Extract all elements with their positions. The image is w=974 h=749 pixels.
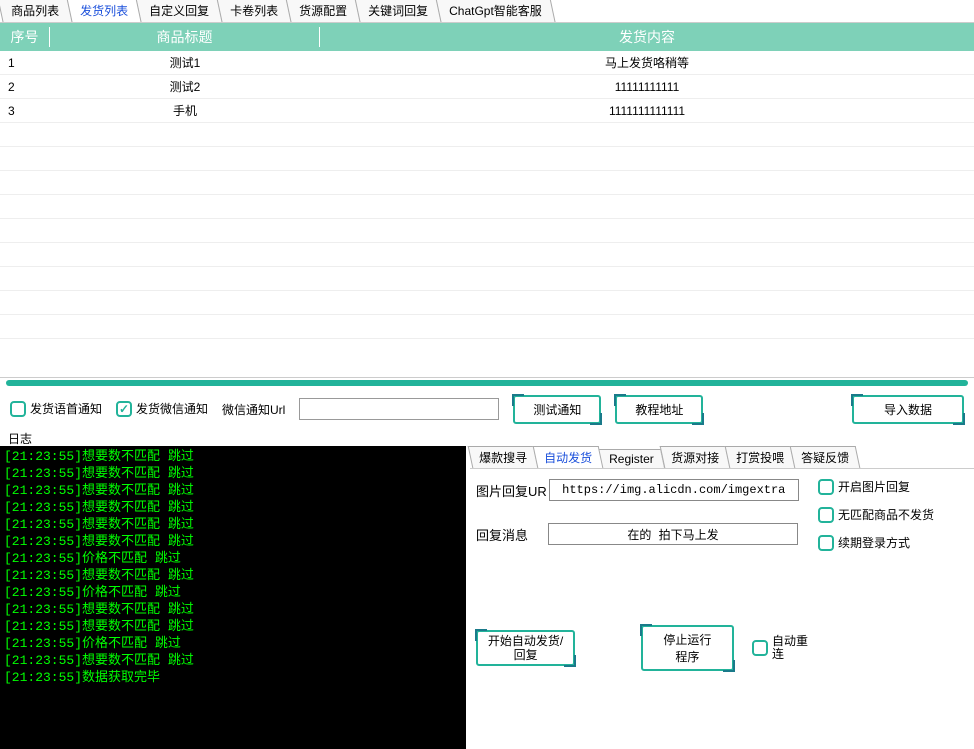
right-panel-body: 图片回复UR 回复消息 开始自动发货/回复 停止运行程序 自动重连: [470, 468, 974, 749]
import-data-button[interactable]: 导入数据: [852, 395, 964, 424]
log-label: 日志: [0, 430, 974, 446]
options-bar: 发货语首通知 ✓ 发货微信通知 微信通知Url 测试通知 教程地址 导入数据: [0, 388, 974, 430]
test-notify-button[interactable]: 测试通知: [513, 395, 601, 424]
tab-card-list[interactable]: 卡卷列表: [216, 0, 291, 22]
col-seq[interactable]: 序号: [0, 27, 50, 47]
check-auto-reconnect[interactable]: 自动重连: [752, 635, 808, 661]
checkbox-icon: [818, 479, 834, 495]
divider: [6, 380, 968, 386]
checkbox-icon: [818, 535, 834, 551]
subtab-register[interactable]: Register: [598, 449, 665, 468]
subtab-faq[interactable]: 答疑反馈: [789, 446, 860, 468]
table-row[interactable]: 3 手机 1111111111111: [0, 99, 974, 123]
table-row[interactable]: 1 测试1 马上发货咯稍等: [0, 51, 974, 75]
col-title[interactable]: 商品标题: [50, 27, 320, 47]
reply-msg-label: 回复消息: [476, 525, 528, 544]
grid-body[interactable]: 1 测试1 马上发货咯稍等 2 测试2 11111111111 3 手机 111…: [0, 51, 974, 377]
log-console[interactable]: [21:23:55]想要数不匹配 跳过 [21:23:55]想要数不匹配 跳过 …: [0, 446, 466, 749]
shipping-grid: 序号 商品标题 发货内容 1 测试1 马上发货咯稍等 2 测试2 1111111…: [0, 22, 974, 378]
check-enable-img[interactable]: 开启图片回复: [818, 479, 968, 495]
col-content[interactable]: 发货内容: [320, 27, 974, 47]
reply-msg-input[interactable]: [548, 523, 798, 545]
subtab-donate[interactable]: 打赏投喂: [724, 446, 795, 468]
check-no-match-skip[interactable]: 无匹配商品不发货: [818, 507, 968, 523]
tab-shipping-list[interactable]: 发货列表: [66, 0, 141, 22]
img-reply-input[interactable]: [549, 479, 799, 501]
start-auto-button[interactable]: 开始自动发货/回复: [476, 630, 575, 666]
tab-keyword-reply[interactable]: 关键词回复: [355, 0, 442, 22]
subtab-auto-ship[interactable]: 自动发货: [533, 446, 604, 468]
check-wx-notify[interactable]: ✓ 发货微信通知: [116, 401, 208, 417]
checkbox-icon: [10, 401, 26, 417]
subtab-source-dock[interactable]: 货源对接: [659, 446, 730, 468]
tab-custom-reply[interactable]: 自定义回复: [135, 0, 222, 22]
sub-tab-strip: 爆款搜寻 自动发货 Register 货源对接 打赏投喂 答疑反馈: [470, 446, 974, 468]
right-panel: 爆款搜寻 自动发货 Register 货源对接 打赏投喂 答疑反馈 图片回复UR…: [466, 446, 974, 749]
checkbox-icon: [752, 640, 768, 656]
checkbox-icon: [818, 507, 834, 523]
tab-chatgpt[interactable]: ChatGpt智能客服: [436, 0, 556, 22]
check-login-mode[interactable]: 续期登录方式: [818, 535, 968, 551]
tutorial-button[interactable]: 教程地址: [615, 395, 703, 424]
checkbox-icon: ✓: [116, 401, 132, 417]
top-tab-strip: 商品列表 发货列表 自定义回复 卡卷列表 货源配置 关键词回复 ChatGpt智…: [0, 0, 974, 22]
subtab-hot-search[interactable]: 爆款搜寻: [468, 446, 539, 468]
table-row[interactable]: 2 测试2 11111111111: [0, 75, 974, 99]
tab-source-config[interactable]: 货源配置: [286, 0, 361, 22]
stop-run-button[interactable]: 停止运行程序: [641, 625, 734, 671]
lower-pane: [21:23:55]想要数不匹配 跳过 [21:23:55]想要数不匹配 跳过 …: [0, 446, 974, 749]
img-reply-label: 图片回复UR: [476, 481, 547, 500]
grid-header: 序号 商品标题 发货内容: [0, 23, 974, 51]
wx-url-label: 微信通知Url: [222, 401, 285, 418]
check-speak-first[interactable]: 发货语首通知: [10, 401, 102, 417]
wx-url-input[interactable]: [299, 398, 499, 420]
tab-product-list[interactable]: 商品列表: [0, 0, 73, 22]
